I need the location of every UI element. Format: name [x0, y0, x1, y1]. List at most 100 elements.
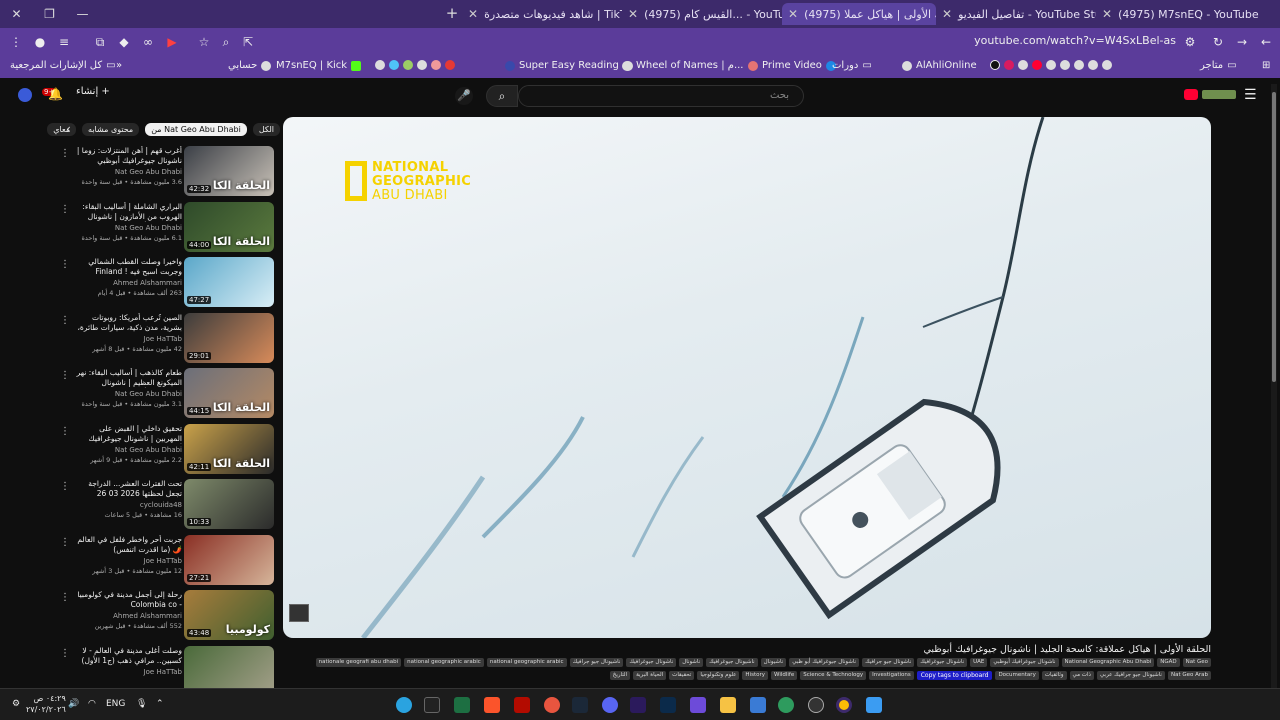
bookmark-icons[interactable] [375, 60, 455, 70]
recommendation-card[interactable]: ⋮ الصين تُرعب أمريكا: روبوتات بشرية، مدن … [60, 312, 276, 365]
channel-watermark-icon[interactable] [289, 604, 309, 622]
tab-youtube-channel[interactable]: ✕ (4975) M7snEQ - YouTube [1096, 3, 1262, 25]
video-tag[interactable]: ناشيونال جيو جرافيك [569, 658, 624, 667]
video-tag[interactable]: Documentary [995, 671, 1039, 680]
video-tag[interactable]: ناشونال جيو جرافيك [862, 658, 915, 667]
recommendation-thumbnail[interactable]: الحلقة الكا 44:00 [184, 201, 274, 252]
recommendation-card[interactable]: ⋮ رحلة إلى أجمل مدينة في كولومبيا - Colom… [60, 590, 276, 642]
recommendation-thumbnail[interactable]: الحلقة الكا 42:11 [184, 423, 274, 474]
hamburger-menu-icon[interactable]: ☰ [1244, 87, 1257, 103]
steam-icon[interactable] [572, 697, 588, 713]
extensions-puzzle-icon[interactable]: ⧉ [92, 34, 108, 50]
minimize-window-icon[interactable]: — [66, 0, 99, 28]
kebab-menu-icon[interactable]: ⋮ [8, 34, 24, 50]
more-options-icon[interactable]: ⋮ [60, 204, 70, 215]
tab-current-video[interactable]: ✕ (4975) الحلقة الأولى | هياكل عملا... [782, 3, 936, 25]
bookmark-stores[interactable]: متاجر ▭ [1200, 60, 1237, 71]
recommendation-thumbnail[interactable]: 47:27 [184, 257, 274, 307]
bookmark-super-easy-reading[interactable]: Super Easy Reading [505, 60, 633, 71]
recommendation-thumbnail[interactable]: 29:01 [184, 312, 274, 363]
reload-icon[interactable]: ↻ [1210, 34, 1226, 50]
close-tab-icon[interactable]: ✕ [628, 7, 638, 21]
recommendation-channel[interactable]: Nat Geo Abu Dhabi [74, 168, 182, 176]
acrobat-icon[interactable] [514, 697, 530, 713]
video-tag[interactable]: UAE [970, 658, 988, 667]
recommendation-card[interactable]: ⋮ البراري الشاملة | أساليب البقاء: الهروب… [60, 201, 276, 254]
video-tag[interactable]: national geographic arabic [404, 658, 484, 667]
volume-icon[interactable]: 🔊 [68, 699, 79, 709]
search-button[interactable]: ⌕ [486, 85, 518, 107]
tab-tiktok[interactable]: ✕ شاهد فيديوهات متصدرة | TikTok [462, 3, 622, 25]
bookmark-all[interactable]: كل الإشارات المرجعية ▭ [10, 60, 116, 71]
extension-icon[interactable]: ● [32, 34, 48, 50]
bookmark-kick[interactable]: M7snEQ | Kick [276, 60, 362, 71]
youtube-extension-icon[interactable]: ▶ [164, 34, 180, 50]
chrome-icon[interactable] [836, 697, 852, 713]
video-tag[interactable]: Nat Geo [1182, 658, 1211, 667]
chip-from-channel[interactable]: من Nat Geo Abu Dhabi [145, 122, 247, 136]
recommendation-card[interactable]: ⋮ طعام كالذهب | أساليب البقاء: نهر الميكو… [60, 368, 276, 420]
settings-icon[interactable]: ⚙ [12, 699, 20, 709]
recommendation-card[interactable]: ⋮ أغرب قهم | أهن المنتزلات: زوما | ناشونا… [60, 146, 276, 198]
video-tag[interactable]: ناشيونال جيوغرافيك [706, 658, 758, 667]
telegram-icon[interactable] [396, 697, 412, 713]
tray-overflow-icon[interactable]: ⌃ [156, 699, 164, 709]
extension-icon[interactable]: ◆ [116, 34, 132, 50]
recommendation-channel[interactable]: Joe HaTTab [74, 335, 182, 343]
language-indicator[interactable]: ENG [106, 699, 125, 709]
more-options-icon[interactable]: ⋮ [60, 537, 70, 548]
photoshop-icon[interactable] [660, 697, 676, 713]
bookmarks-overflow-icon[interactable]: » [116, 60, 122, 71]
video-tag[interactable]: national geographic arabic [486, 658, 567, 667]
recommendation-thumbnail[interactable]: الحلقة الكا 42:32 [184, 146, 274, 196]
page-scrollbar[interactable] [1271, 84, 1277, 688]
create-button[interactable]: إنشاء + [76, 86, 110, 97]
recommendation-card[interactable]: ⋮ تحقيق داخلي | القبض على المهربين | ناشو… [60, 423, 276, 476]
zoom-icon[interactable]: ⌕ [218, 34, 234, 50]
recommendation-card[interactable]: ⋮ جربت أحر واخطر فلفل في العالم 🌶️ (ما اق… [60, 534, 276, 587]
terminal-icon[interactable] [424, 697, 440, 713]
recommendation-channel[interactable]: Nat Geo Abu Dhabi [74, 390, 182, 398]
more-options-icon[interactable]: ⋮ [60, 592, 70, 603]
more-options-icon[interactable]: ⋮ [60, 370, 70, 381]
video-tag[interactable]: Wildlife [771, 671, 798, 680]
file-explorer-icon[interactable] [720, 697, 736, 713]
video-tag[interactable]: Science & Technology [800, 671, 867, 680]
bookmark-courses[interactable]: دورات ▭ [832, 60, 872, 71]
close-tab-icon[interactable]: ✕ [788, 7, 798, 21]
video-tag[interactable]: National Geographic Abu Dhabi [1061, 658, 1155, 667]
recommendation-channel[interactable]: Nat Geo Abu Dhabi [74, 446, 182, 454]
bookmark-alahli[interactable]: AlAhliOnline [902, 60, 977, 71]
recommendation-channel[interactable]: Ahmed Alshammari [74, 279, 182, 287]
close-tab-icon[interactable]: ✕ [468, 7, 478, 21]
recommendation-channel[interactable]: Ahmed Alshammari [74, 612, 182, 620]
excel-icon[interactable] [454, 697, 470, 713]
recommendation-card[interactable]: ⋮ تحت الفترات العشر... الدراجة تجعل لحظته… [60, 479, 276, 531]
recommendation-card[interactable]: ⋮ واخيرا وصلت القطب الشمالي وجربت اسبح في… [60, 257, 276, 309]
video-tag[interactable]: تحقيقات [669, 671, 695, 680]
bookmark-prime-video[interactable]: Prime Video [762, 60, 836, 71]
tab-youtube-studio[interactable]: ✕ تفاصيل الفيديو - YouTube Studio [936, 3, 1096, 25]
youtube-logo[interactable] [1184, 88, 1238, 102]
bookmark-star-icon[interactable]: ☆ [196, 34, 212, 50]
video-tag[interactable]: الحياة البرية [633, 671, 667, 680]
extension-icon[interactable]: ≡ [56, 34, 72, 50]
video-tag[interactable]: Nat Geo Arab [1167, 671, 1211, 680]
video-tag[interactable]: ناشونال [679, 658, 704, 667]
brave-icon[interactable] [484, 697, 500, 713]
maximize-window-icon[interactable]: ❐ [33, 0, 66, 28]
recommendation-thumbnail[interactable]: الحلقة الكا 44:15 [184, 368, 274, 418]
chatgpt-icon[interactable] [808, 697, 824, 713]
close-window-icon[interactable]: ✕ [0, 0, 33, 28]
more-options-icon[interactable]: ⋮ [60, 259, 70, 270]
video-tag[interactable]: nationale geografi abu dhabi [315, 658, 402, 667]
bookmark-account[interactable]: حسابي [228, 60, 272, 71]
bookmark-icons-2[interactable] [990, 60, 1112, 70]
recommendation-channel[interactable]: Nat Geo Abu Dhabi [74, 224, 182, 232]
more-options-icon[interactable]: ⋮ [60, 148, 70, 159]
clock[interactable]: ٠٤:٢٩ ص ٢٧/٠٢/٢٠٢٦ [26, 693, 66, 715]
apps-grid-icon[interactable]: ⊞ [1262, 60, 1270, 71]
forward-icon[interactable]: → [1234, 34, 1250, 50]
recommendation-thumbnail[interactable]: 10:33 [184, 479, 274, 529]
video-tag[interactable]: ناشونال جيوغرافيك أبوظبي [990, 658, 1059, 667]
